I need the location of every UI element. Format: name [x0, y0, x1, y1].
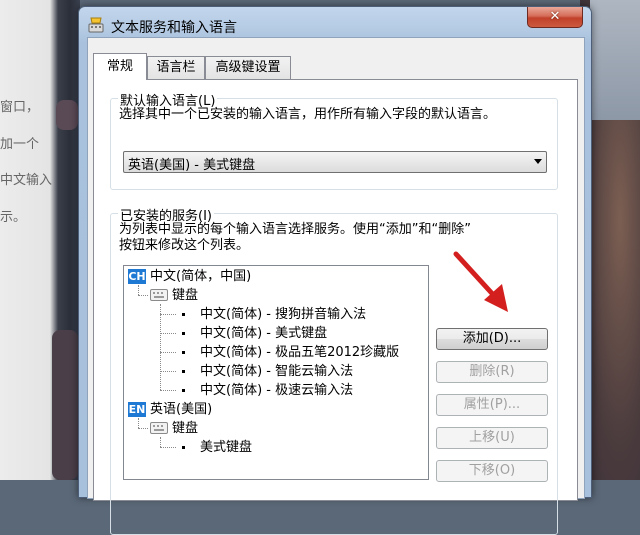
keyboard-icon: [150, 422, 168, 434]
tree-item-label: 中文(简体) - 搜狗拼音输入法: [200, 307, 367, 322]
move-up-button[interactable]: 上移(U): [436, 427, 548, 449]
tree-connector: [160, 304, 161, 390]
title-bar[interactable]: 文本服务和输入语言: [79, 7, 591, 41]
red-arrow-annotation: [453, 251, 508, 312]
chevron-down-icon: [534, 159, 542, 164]
tree-connector: [160, 447, 176, 448]
english-language-badge: EN: [128, 402, 146, 417]
background-document: 窗口， 加一个 中文输入 示。: [0, 0, 80, 480]
keyboard-icon: [150, 289, 168, 301]
move-down-button[interactable]: 下移(O): [436, 460, 548, 482]
background-text-line: 窗口，: [0, 100, 40, 115]
tree-connector: [160, 314, 176, 315]
installed-services-description-line1: 为列表中显示的每个输入语言选择服务。使用“添加”和“删除”: [119, 222, 471, 237]
background-text-line: 中文输入: [0, 173, 53, 188]
tree-connector: [138, 418, 139, 428]
tree-item-label: 中文(简体，中国): [150, 269, 252, 284]
tree-item-label: 中文(简体) - 极速云输入法: [200, 383, 354, 398]
tree-connector: [138, 295, 148, 296]
background-decoration: [52, 330, 78, 480]
installed-services-tree[interactable]: CH 中文(简体，中国) 键盘 中文(简体) - 搜狗拼音输入法 中文(简体) …: [123, 265, 429, 480]
default-language-description: 选择其中一个已安装的输入语言，用作所有输入字段的默认语言。: [119, 107, 497, 122]
tree-connector: [160, 333, 176, 334]
tree-item-label: 键盘: [172, 421, 199, 436]
tree-item-label: 中文(简体) - 美式键盘: [200, 326, 328, 341]
default-language-selected: 英语(美国) - 美式键盘: [128, 158, 256, 173]
background-wallpaper-top: [590, 0, 640, 120]
remove-button[interactable]: 删除(R): [436, 361, 548, 383]
bullet-icon: [182, 313, 185, 316]
bullet-icon: [182, 446, 185, 449]
tab-general[interactable]: 常规: [93, 53, 147, 80]
default-language-group: 默认输入语言(L) 选择其中一个已安装的输入语言，用作所有输入字段的默认语言。 …: [110, 90, 558, 190]
tree-item-label: 中文(简体) - 智能云输入法: [200, 364, 354, 379]
tree-connector: [160, 371, 176, 372]
default-language-dropdown[interactable]: 英语(美国) - 美式键盘: [123, 151, 547, 173]
tree-connector: [160, 390, 176, 391]
properties-button[interactable]: 属性(P)...: [436, 394, 548, 416]
bullet-icon: [182, 351, 185, 354]
tree-connector: [160, 352, 176, 353]
input-language-icon: [88, 17, 104, 33]
background-decoration: [56, 100, 78, 130]
tree-connector: [138, 285, 139, 295]
window-title: 文本服务和输入语言: [111, 20, 237, 36]
tree-item-label: 美式键盘: [200, 440, 253, 455]
installed-services-description-line2: 按钮来修改这个列表。: [119, 238, 250, 253]
close-button[interactable]: ✕: [527, 7, 583, 28]
tree-connector: [160, 437, 161, 447]
chinese-language-badge: CH: [128, 269, 146, 284]
bullet-icon: [182, 332, 185, 335]
bullet-icon: [182, 370, 185, 373]
tree-item-label: 英语(美国): [150, 402, 213, 417]
tree-item-label: 键盘: [172, 288, 199, 303]
add-button[interactable]: 添加(D)...: [436, 328, 548, 350]
tab-language-bar[interactable]: 语言栏: [147, 56, 205, 79]
background-text-line: 加一个: [0, 137, 40, 152]
bullet-icon: [182, 389, 185, 392]
tree-item-label: 中文(简体) - 极品五笔2012珍藏版: [200, 345, 400, 360]
background-text-line: 示。: [0, 210, 27, 225]
tree-connector: [138, 428, 148, 429]
tab-advanced-key-settings[interactable]: 高级键设置: [205, 56, 291, 79]
